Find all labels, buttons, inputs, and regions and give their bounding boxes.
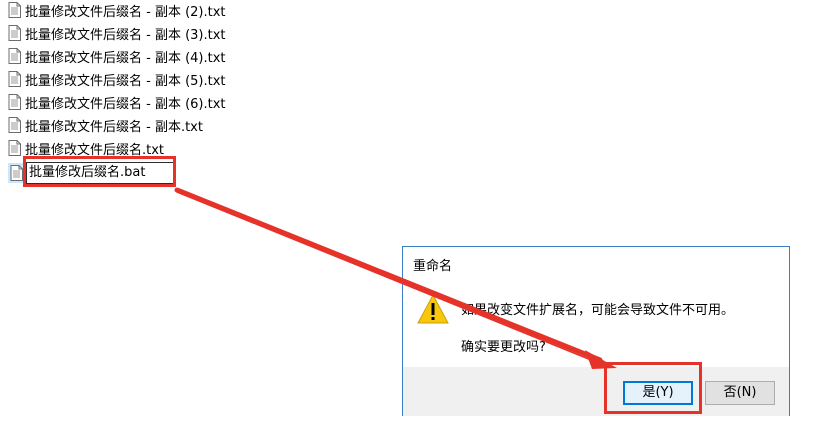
file-name: 批量修改文件后缀名 - 副本 (5).txt	[25, 73, 226, 89]
no-button[interactable]: 否(N)	[705, 381, 775, 405]
highlight-box-rename	[23, 156, 176, 187]
dialog-message: 如果改变文件扩展名，可能会导致文件不可用。	[461, 303, 735, 318]
file-item[interactable]: 批量修改文件后缀名 - 副本 (4).txt	[8, 46, 226, 66]
file-name: 批量修改文件后缀名 - 副本 (6).txt	[25, 96, 226, 112]
text-file-icon	[8, 94, 21, 110]
text-file-icon	[8, 25, 21, 41]
dialog-footer: 是(Y) 否(N)	[403, 367, 789, 416]
dialog-question: 确实要更改吗?	[461, 340, 546, 355]
file-item[interactable]: 批量修改文件后缀名 - 副本 (6).txt	[8, 92, 226, 112]
dialog-title: 重命名	[413, 259, 453, 274]
text-file-icon	[8, 48, 21, 64]
dialog-body: 如果改变文件扩展名，可能会导致文件不可用。 确实要更改吗?	[403, 281, 789, 367]
file-item[interactable]: 批量修改文件后缀名.txt	[8, 138, 164, 158]
file-name: 批量修改文件后缀名 - 副本 (3).txt	[25, 27, 226, 43]
file-item[interactable]: 批量修改文件后缀名 - 副本.txt	[8, 115, 203, 135]
file-name: 批量修改文件后缀名 - 副本 (4).txt	[25, 50, 226, 66]
warning-icon	[416, 293, 450, 327]
bat-file-icon	[10, 165, 23, 181]
file-item[interactable]: 批量修改文件后缀名 - 副本 (2).txt	[8, 0, 226, 20]
text-file-icon	[8, 2, 21, 18]
text-file-icon	[8, 140, 21, 156]
rename-dialog: 重命名 如果改变文件扩展名，可能会导致文件不可用。 确实要更改吗? 是(Y) 否…	[402, 246, 790, 416]
file-name: 批量修改文件后缀名.txt	[25, 142, 165, 158]
text-file-icon	[8, 71, 21, 87]
file-name: 批量修改文件后缀名 - 副本 (2).txt	[25, 4, 226, 20]
file-item[interactable]: 批量修改文件后缀名 - 副本 (3).txt	[8, 23, 226, 43]
highlight-box-yes	[604, 362, 702, 414]
file-name: 批量修改文件后缀名 - 副本.txt	[25, 119, 203, 135]
text-file-icon	[8, 117, 21, 133]
file-item[interactable]: 批量修改文件后缀名 - 副本 (5).txt	[8, 69, 226, 89]
